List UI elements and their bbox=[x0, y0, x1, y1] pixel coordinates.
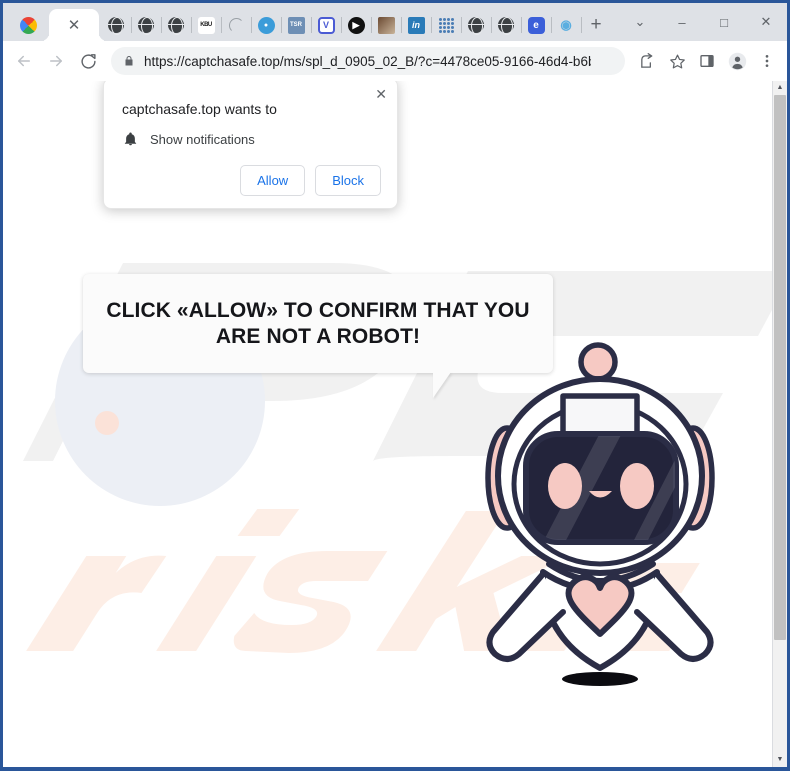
tsr-icon: TSR bbox=[287, 16, 305, 34]
speech-bubble-text: CLICK «ALLOW» TO CONFIRM THAT YOU ARE NO… bbox=[88, 298, 547, 349]
pinned-package-icon[interactable] bbox=[371, 9, 401, 41]
share-icon[interactable] bbox=[633, 47, 661, 75]
bell-icon bbox=[124, 132, 137, 146]
popup-title: captchasafe.top wants to bbox=[122, 101, 277, 117]
pinned-globe-icon-1[interactable] bbox=[101, 9, 131, 41]
address-bar[interactable]: https://captchasafe.top/ms/spl_d_0905_02… bbox=[111, 47, 625, 75]
speech-bubble-tail bbox=[433, 372, 451, 398]
reload-button[interactable] bbox=[73, 46, 103, 76]
pinned-spinner-icon[interactable] bbox=[221, 9, 251, 41]
browser-window: G ✕ KBU ● TSR V ▶ in e ◉ + ⌄ – □ ✕ https… bbox=[0, 0, 790, 771]
tab-strip: G ✕ KBU ● TSR V ▶ in e ◉ + ⌄ – □ ✕ bbox=[3, 3, 787, 41]
permission-row: Show notifications bbox=[123, 131, 381, 147]
popup-close-icon[interactable]: ✕ bbox=[375, 87, 387, 101]
three-dot-menu-icon[interactable] bbox=[753, 47, 781, 75]
chat-bubble-icon: ● bbox=[257, 16, 275, 34]
tab-active[interactable]: ✕ bbox=[49, 9, 99, 41]
spinner-icon bbox=[228, 17, 244, 33]
scrollbar-down-arrow[interactable]: ▼ bbox=[773, 753, 787, 767]
tab-close-icon[interactable]: ✕ bbox=[68, 18, 81, 33]
forward-button[interactable] bbox=[41, 46, 71, 76]
globe-icon bbox=[468, 17, 484, 35]
pinned-globe-icon-3[interactable] bbox=[161, 9, 191, 41]
pinned-cloud-icon[interactable]: ◉ bbox=[551, 9, 581, 41]
close-button[interactable]: ✕ bbox=[745, 3, 787, 41]
pinned-linkedin-icon[interactable]: in bbox=[401, 9, 431, 41]
browser-toolbar: https://captchasafe.top/ms/spl_d_0905_02… bbox=[3, 41, 787, 81]
evernote-icon: e bbox=[527, 16, 545, 34]
globe-icon bbox=[138, 17, 154, 35]
google-favicon-icon: G bbox=[19, 16, 37, 34]
block-button[interactable]: Block bbox=[315, 165, 381, 196]
pinned-kbu-icon[interactable]: KBU bbox=[191, 9, 221, 41]
decorative-peach-dot-2 bbox=[95, 411, 119, 435]
pinned-evernote-icon[interactable]: e bbox=[521, 9, 551, 41]
plus-icon: + bbox=[590, 14, 602, 35]
pinned-chat-icon[interactable]: ● bbox=[251, 9, 281, 41]
vivaldi-icon: V bbox=[317, 16, 335, 34]
pinned-tsr-icon[interactable]: TSR bbox=[281, 9, 311, 41]
page-viewport: CLICK «ALLOW» TO CONFIRM THAT YOU ARE NO… bbox=[3, 81, 787, 767]
lock-icon bbox=[125, 56, 133, 66]
notification-permission-popup: ✕ captchasafe.top wants to Show notifica… bbox=[103, 81, 398, 209]
allow-button[interactable]: Allow bbox=[240, 165, 306, 196]
bookmark-star-icon[interactable] bbox=[663, 47, 691, 75]
globe-icon bbox=[498, 17, 514, 35]
robot-mascot bbox=[485, 342, 715, 686]
minimize-button[interactable]: – bbox=[661, 3, 703, 41]
pinned-play-icon[interactable]: ▶ bbox=[341, 9, 371, 41]
linkedin-icon: in bbox=[407, 16, 425, 34]
permission-label: Show notifications bbox=[150, 131, 255, 147]
globe-icon bbox=[168, 17, 184, 35]
new-tab-button[interactable]: + bbox=[581, 9, 611, 41]
play-circle-icon: ▶ bbox=[347, 16, 365, 34]
globe-icon bbox=[108, 17, 124, 35]
apps-grid-icon bbox=[438, 17, 454, 33]
kbu-icon: KBU bbox=[197, 16, 215, 34]
bubble-line-1: CLICK «ALLOW» TO CONFIRM THAT YOU bbox=[106, 298, 530, 322]
vertical-scrollbar[interactable]: ▲ ▼ bbox=[772, 81, 787, 767]
window-controls: ⌄ – □ ✕ bbox=[619, 3, 787, 41]
cloud-icon: ◉ bbox=[560, 17, 572, 32]
pinned-globe-icon-4[interactable] bbox=[461, 9, 491, 41]
package-icon bbox=[377, 16, 395, 34]
maximize-button[interactable]: □ bbox=[703, 3, 745, 41]
back-button[interactable] bbox=[9, 46, 39, 76]
bubble-line-2: ARE NOT A ROBOT! bbox=[215, 324, 421, 348]
pinned-globe-icon-2[interactable] bbox=[131, 9, 161, 41]
pinned-shortcuts: KBU ● TSR V ▶ in e ◉ + bbox=[101, 9, 611, 41]
profile-avatar-icon[interactable] bbox=[723, 47, 751, 75]
tab-search-chevron-icon[interactable]: ⌄ bbox=[619, 3, 661, 41]
popup-actions: Allow Block bbox=[120, 165, 381, 196]
pinned-globe-icon-5[interactable] bbox=[491, 9, 521, 41]
scrollbar-thumb[interactable] bbox=[774, 95, 786, 640]
pinned-apps-grid-icon[interactable] bbox=[431, 9, 461, 41]
scrollbar-up-arrow[interactable]: ▲ bbox=[773, 81, 787, 95]
side-panel-icon[interactable] bbox=[693, 47, 721, 75]
url-text: https://captchasafe.top/ms/spl_d_0905_02… bbox=[144, 53, 591, 69]
pinned-vivaldi-icon[interactable]: V bbox=[311, 9, 341, 41]
google-lens-icon[interactable]: G bbox=[600, 53, 615, 69]
